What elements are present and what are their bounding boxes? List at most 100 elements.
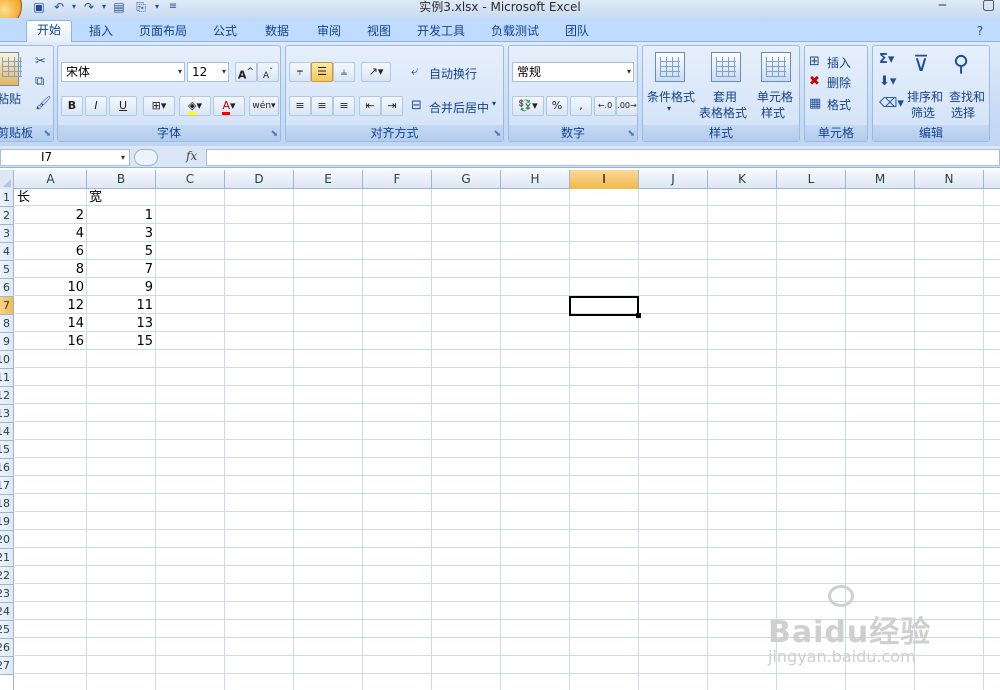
clear-icon[interactable]: ⌫▾ [879,96,904,111]
row-header-4[interactable]: 4 [0,243,13,261]
row-header-1[interactable]: 1 [0,189,13,207]
row-header-27[interactable]: 27 [0,657,13,675]
increase-decimal-button[interactable]: ←.0 [594,96,616,116]
tab-data[interactable]: 数据 [256,22,298,42]
autosum-icon[interactable]: Σ▾ [879,52,894,67]
align-left-button[interactable]: ≡ [289,96,311,116]
shrink-font-button[interactable]: Aˇ [257,62,279,82]
cell-a9[interactable]: 16 [15,333,86,351]
row-header-7[interactable]: 7 [0,297,13,315]
tab-insert[interactable]: 插入 [80,22,122,42]
borders-button[interactable]: ⊞▾ [143,96,175,116]
row-header-17[interactable]: 17 [0,477,13,495]
number-launcher-icon[interactable]: ⬊ [627,129,635,139]
tab-formulas[interactable]: 公式 [204,22,246,42]
conditional-format-button[interactable]: 条件格式 [647,88,695,105]
find-select-button-line2[interactable]: 选择 [951,104,975,121]
column-header-d[interactable]: D [225,170,294,189]
cell-b9[interactable]: 15 [87,333,155,351]
column-header-c[interactable]: C [156,170,225,189]
chevron-down-icon[interactable]: ▾ [492,99,496,108]
insert-function-button[interactable]: fx [186,149,197,163]
insert-button[interactable]: 插入 [827,54,851,71]
bold-button[interactable]: B [61,96,83,116]
alignment-launcher-icon[interactable]: ⬊ [493,129,501,139]
font-name-select[interactable]: 宋体 ▾ [61,62,185,82]
percent-button[interactable]: % [546,96,568,116]
increase-indent-button[interactable]: ⇥ [381,96,403,116]
cell-b4[interactable]: 5 [87,243,155,261]
grow-font-button[interactable]: A^ [235,62,257,82]
row-header-14[interactable]: 14 [0,423,13,441]
tab-view[interactable]: 视图 [358,22,400,42]
accounting-format-button[interactable]: 💱▾ [512,96,544,116]
decrease-decimal-button[interactable]: .00→ [616,96,638,116]
row-header-6[interactable]: 6 [0,279,13,297]
cell-b1[interactable]: 宽 [87,189,155,207]
row-header-5[interactable]: 5 [0,261,13,279]
cell-a6[interactable]: 10 [15,279,86,297]
decrease-indent-button[interactable]: ⇤ [359,96,381,116]
format-as-table-button-line2[interactable]: 表格格式 [699,104,747,121]
column-header-l[interactable]: L [777,170,846,189]
maximize-button[interactable]: ▢ [982,0,995,13]
tab-developer[interactable]: 开发工具 [410,22,472,42]
row-header-12[interactable]: 12 [0,387,13,405]
row-header-8[interactable]: 8 [0,315,13,333]
cell-b7[interactable]: 11 [87,297,155,315]
comma-style-button[interactable]: , [570,96,592,116]
underline-button[interactable]: U [109,96,137,116]
row-header-13[interactable]: 13 [0,405,13,423]
column-header-b[interactable]: B [87,170,156,189]
row-header-9[interactable]: 9 [0,333,13,351]
row-header-26[interactable]: 26 [0,639,13,657]
format-button[interactable]: 格式 [827,96,851,113]
tab-team[interactable]: 团队 [556,22,598,42]
cell-b6[interactable]: 9 [87,279,155,297]
row-header-24[interactable]: 24 [0,603,13,621]
paste-icon[interactable] [0,52,22,86]
row-header-21[interactable]: 21 [0,549,13,567]
column-header-a[interactable]: A [15,170,87,189]
column-header-f[interactable]: F [363,170,432,189]
minimize-button[interactable]: ‒ [938,0,947,13]
row-header-19[interactable]: 19 [0,513,13,531]
align-middle-button[interactable]: ☰ [311,62,333,82]
wrap-text-button[interactable]: 自动换行 [429,65,477,82]
active-cell-cursor[interactable] [569,296,641,318]
align-center-button[interactable]: ≡ [311,96,333,116]
help-icon[interactable]: ? [972,22,988,42]
cell-b2[interactable]: 1 [87,207,155,225]
column-header-h[interactable]: H [501,170,570,189]
column-header-k[interactable]: K [708,170,777,189]
row-header-11[interactable]: 11 [0,369,13,387]
column-header-m[interactable]: M [846,170,915,189]
number-format-select[interactable]: 常规 ▾ [512,62,634,82]
cell-a4[interactable]: 6 [15,243,86,261]
font-color-button[interactable]: A▾ [213,96,245,116]
column-header-e[interactable]: E [294,170,363,189]
cell-styles-button-line2[interactable]: 样式 [761,104,785,121]
row-header-25[interactable]: 25 [0,621,13,639]
fill-color-button[interactable]: ◈▾ [179,96,211,116]
tab-home[interactable]: 开始 [26,20,72,43]
cell-a7[interactable]: 12 [15,297,86,315]
align-bottom-button[interactable]: ⫨ [333,62,355,82]
row-header-22[interactable]: 22 [0,567,13,585]
format-as-table-button-line1[interactable]: 套用 [713,88,737,105]
column-header-g[interactable]: G [432,170,501,189]
row-header-3[interactable]: 3 [0,225,13,243]
formula-input[interactable] [206,149,1000,166]
select-all-button[interactable] [0,170,14,189]
tab-page-layout[interactable]: 页面布局 [132,22,194,42]
column-header-n[interactable]: N [915,170,984,189]
row-header-2[interactable]: 2 [0,207,13,225]
column-header-i[interactable]: I [570,170,639,189]
find-select-button-line1[interactable]: 查找和 [949,88,985,105]
row-header-18[interactable]: 18 [0,495,13,513]
sort-filter-button-line1[interactable]: 排序和 [907,88,943,105]
row-header-15[interactable]: 15 [0,441,13,459]
cell-b5[interactable]: 7 [87,261,155,279]
row-header-16[interactable]: 16 [0,459,13,477]
sort-filter-button-line2[interactable]: 筛选 [911,104,935,121]
